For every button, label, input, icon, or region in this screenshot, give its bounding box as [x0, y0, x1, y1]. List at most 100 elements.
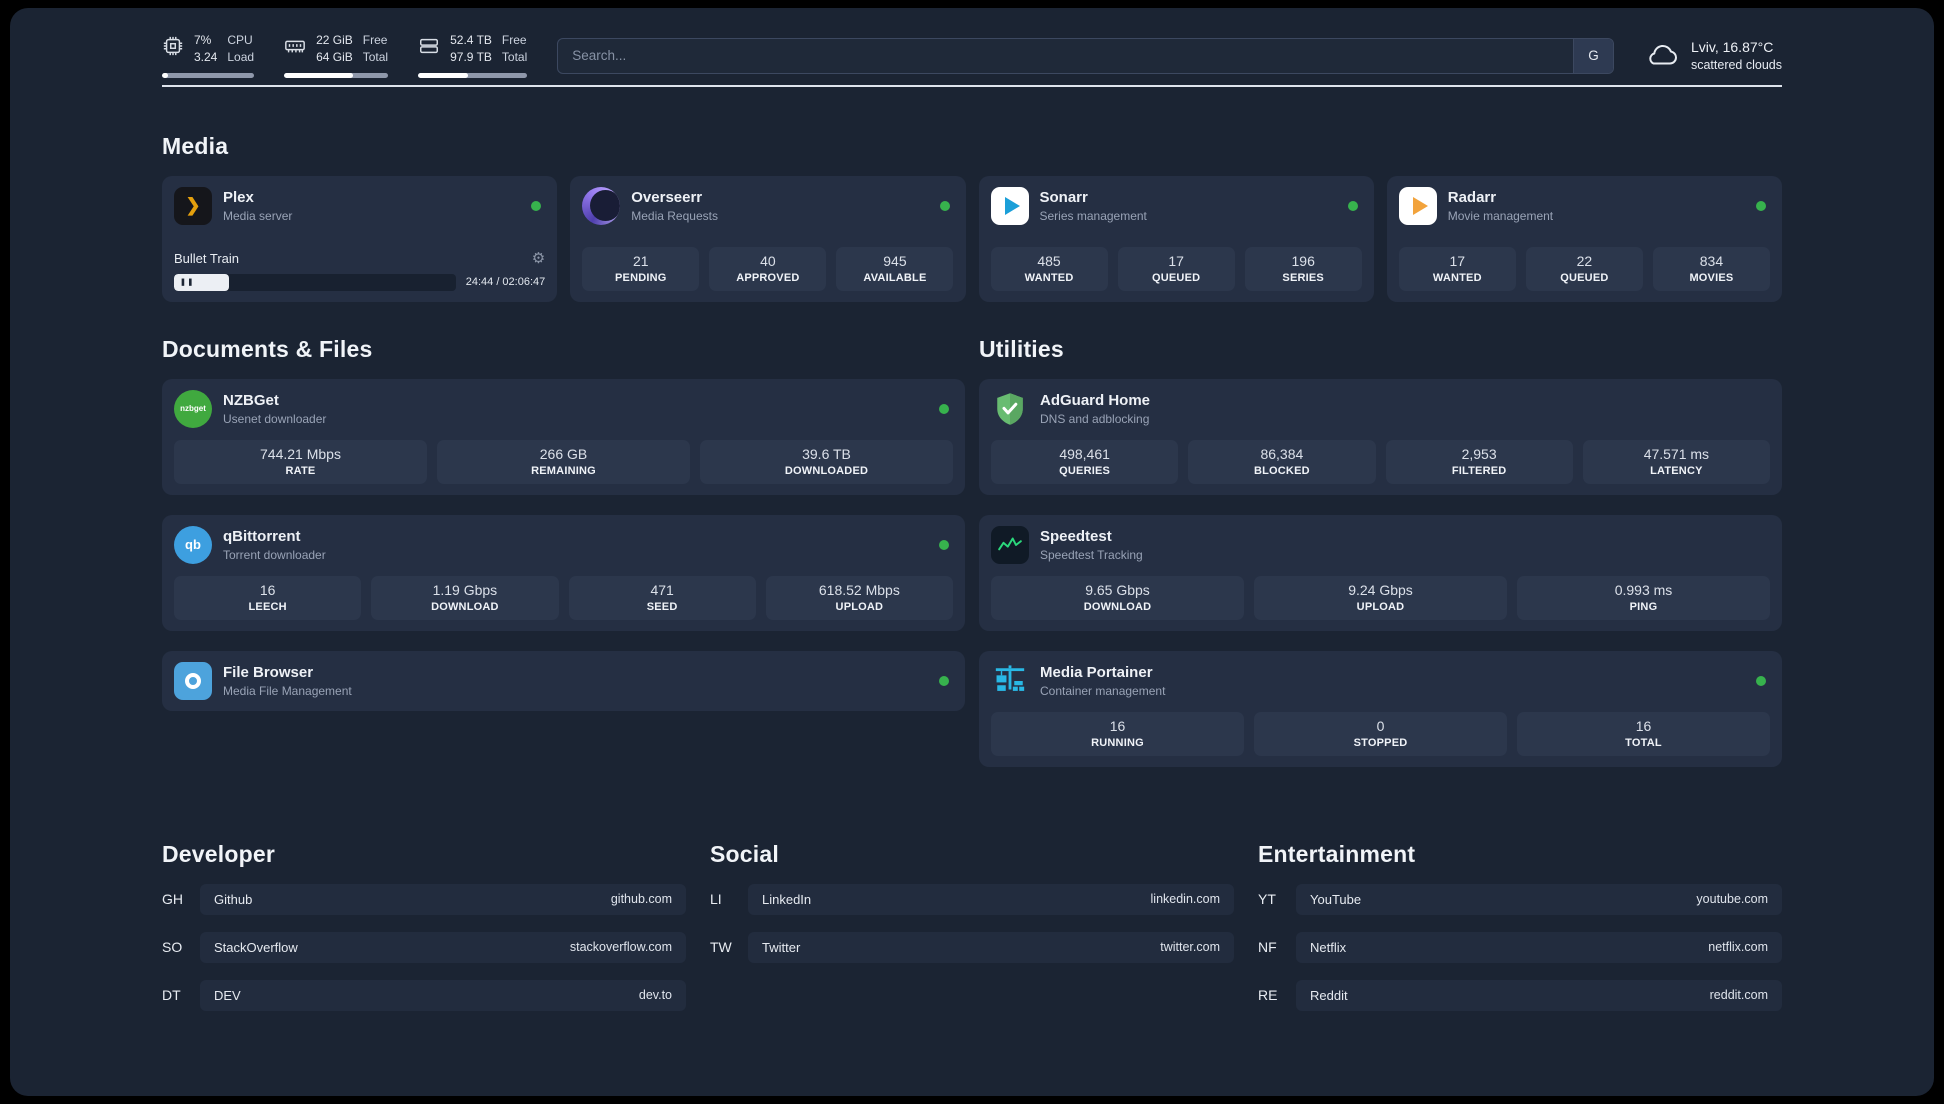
- stat-label: WANTED: [1432, 271, 1482, 284]
- adguard-meta: AdGuard Home DNS and adblocking: [1040, 392, 1150, 426]
- stat-label: REMAINING: [531, 464, 596, 477]
- ram-widget: 22 GiB 64 GiB Free Total: [284, 33, 389, 78]
- developer-column: Developer GH Github github.com SO StackO…: [162, 841, 686, 1028]
- stat-value: 196: [1291, 252, 1315, 269]
- playback-progress-bar[interactable]: ❚❚: [174, 273, 456, 291]
- settings-gear-icon[interactable]: ⚙: [532, 251, 545, 266]
- search-input[interactable]: [557, 37, 1614, 74]
- stat-value: 17: [1449, 252, 1466, 269]
- app-card-portainer[interactable]: Media Portainer Container management 16 …: [979, 650, 1782, 767]
- app-card-plex[interactable]: ❯ Plex Media server Bullet Train ⚙ ❚❚ 24…: [162, 175, 558, 302]
- nzbget-icon: nzbget: [174, 389, 212, 428]
- cpu-widget: 7% 3.24 CPU Load: [162, 33, 255, 78]
- bookmark-row-reddit[interactable]: RE Reddit reddit.com: [1258, 979, 1782, 1011]
- utilities-column: Utilities AdGuard Home DNS and adblockin…: [979, 336, 1782, 787]
- bookmark-url: netflix.com: [1708, 940, 1768, 955]
- adguard-shield-icon: [991, 390, 1029, 428]
- playback-time: 24:44 / 02:06:47: [465, 276, 546, 289]
- bookmark-bar: StackOverflow stackoverflow.com: [200, 931, 686, 963]
- stat-box: 39.6 TB DOWNLOADED: [700, 439, 953, 484]
- app-card-overseerr[interactable]: Overseerr Media Requests 21 PENDING 40 A…: [570, 175, 966, 302]
- stat-label: BLOCKED: [1253, 464, 1310, 477]
- stat-label: DOWNLOAD: [431, 600, 499, 613]
- stat-box: 16 LEECH: [174, 575, 362, 620]
- stat-box: 1.19 Gbps DOWNLOAD: [371, 575, 559, 620]
- bookmark-bar: LinkedIn linkedin.com: [748, 883, 1234, 915]
- bookmark-row-twitter[interactable]: TW Twitter twitter.com: [710, 931, 1234, 963]
- disk-total-label: Total: [501, 49, 528, 64]
- stat-box: 21 PENDING: [582, 246, 700, 291]
- radarr-header: Radarr Movie management: [1398, 186, 1770, 225]
- stat-value: 9.24 Gbps: [1348, 581, 1413, 598]
- sonarr-play-shape: [1004, 196, 1020, 215]
- overseerr-meta: Overseerr Media Requests: [631, 189, 718, 223]
- social-column: Social LI LinkedIn linkedin.com TW Twitt…: [710, 841, 1234, 980]
- portainer-crane-icon: [991, 662, 1029, 700]
- bookmark-name: YouTube: [1310, 891, 1362, 907]
- app-card-qbittorrent[interactable]: qb qBittorrent Torrent downloader 16 LEE…: [162, 514, 965, 631]
- sonarr-stats: 485 WANTED 17 QUEUED 196 SERIES: [990, 246, 1362, 291]
- cpu-label: CPU: [227, 33, 253, 47]
- pause-icon[interactable]: ❚❚: [180, 278, 195, 286]
- stat-value: 744.21 Mbps: [260, 445, 341, 462]
- disk-progress-bar: [418, 72, 528, 78]
- bookmark-row-netflix[interactable]: NF Netflix netflix.com: [1258, 931, 1782, 963]
- bookmark-name: DEV: [214, 987, 241, 1003]
- status-online-dot: [1347, 200, 1358, 211]
- middle-columns: Documents & Files nzbget NZBGet Usenet d…: [162, 336, 1782, 787]
- adguard-stats: 498,461 QUERIES 86,384 BLOCKED 2,953 FIL…: [991, 439, 1770, 484]
- app-card-radarr[interactable]: Radarr Movie management 17 WANTED 22 QUE…: [1386, 175, 1782, 302]
- stat-label: UPLOAD: [835, 600, 884, 613]
- bookmarks-section: Developer GH Github github.com SO StackO…: [162, 841, 1782, 1028]
- radarr-play-shape: [1412, 196, 1428, 215]
- speedtest-header: Speedtest Speedtest Tracking: [991, 525, 1770, 564]
- bookmark-row-linkedin[interactable]: LI LinkedIn linkedin.com: [710, 883, 1234, 915]
- bookmark-row-stackoverflow[interactable]: SO StackOverflow stackoverflow.com: [162, 931, 686, 963]
- playback-progress-fill: ❚❚: [174, 273, 229, 291]
- app-name: AdGuard Home: [1040, 391, 1151, 409]
- app-subtitle: Movie management: [1447, 208, 1554, 223]
- bookmark-bar: Netflix netflix.com: [1296, 931, 1782, 963]
- bookmark-row-github[interactable]: GH Github github.com: [162, 883, 686, 915]
- stat-box: 9.24 Gbps UPLOAD: [1254, 575, 1507, 620]
- playback-row: ❚❚ 24:44 / 02:06:47: [174, 273, 546, 291]
- app-name: Plex: [223, 188, 254, 206]
- app-card-speedtest[interactable]: Speedtest Speedtest Tracking 9.65 Gbps D…: [979, 514, 1782, 631]
- bookmark-bar: DEV dev.to: [200, 979, 686, 1011]
- bookmark-url: linkedin.com: [1150, 892, 1220, 907]
- stat-label: DOWNLOAD: [1083, 600, 1152, 613]
- app-card-filebrowser[interactable]: File Browser Media File Management: [162, 650, 965, 711]
- nzbget-stats: 744.21 Mbps RATE 266 GB REMAINING 39.6 T…: [174, 439, 953, 484]
- app-card-nzbget[interactable]: nzbget NZBGet Usenet downloader 744.21 M…: [162, 378, 965, 495]
- app-name: Radarr: [1447, 188, 1497, 206]
- search-engine-button[interactable]: G: [1572, 38, 1613, 73]
- speedtest-meta: Speedtest Speedtest Tracking: [1040, 528, 1143, 562]
- app-subtitle: Usenet downloader: [223, 411, 327, 426]
- status-online-dot: [939, 200, 950, 211]
- adguard-header: AdGuard Home DNS and adblocking: [991, 390, 1770, 428]
- bookmark-bar: YouTube youtube.com: [1296, 883, 1782, 915]
- bookmark-row-dev[interactable]: DT DEV dev.to: [162, 979, 686, 1011]
- stat-value: 22: [1576, 252, 1593, 269]
- bookmark-row-youtube[interactable]: YT YouTube youtube.com: [1258, 883, 1782, 915]
- bookmark-bar: Reddit reddit.com: [1296, 979, 1782, 1011]
- stat-label: QUEUED: [1151, 271, 1201, 284]
- app-subtitle: Series management: [1039, 208, 1147, 223]
- section-title-media: Media: [162, 132, 229, 159]
- app-card-adguard[interactable]: AdGuard Home DNS and adblocking 498,461 …: [979, 378, 1782, 495]
- stat-box: 16 RUNNING: [991, 711, 1244, 756]
- sonarr-meta: Sonarr Series management: [1040, 189, 1147, 223]
- stat-label: RUNNING: [1091, 736, 1144, 749]
- section-title-documents: Documents & Files: [162, 335, 373, 362]
- sonarr-icon: [990, 186, 1029, 225]
- media-card-row: ❯ Plex Media server Bullet Train ⚙ ❚❚ 24…: [162, 175, 1782, 302]
- app-subtitle: DNS and adblocking: [1040, 411, 1150, 426]
- bookmark-abbr: DT: [162, 987, 181, 1004]
- stat-box: 618.52 Mbps UPLOAD: [765, 575, 953, 620]
- app-card-sonarr[interactable]: Sonarr Series management 485 WANTED 17 Q…: [978, 175, 1374, 302]
- cpu-progress-bar: [162, 72, 255, 78]
- stat-value: 1.19 Gbps: [432, 581, 498, 598]
- ram-total-label: Total: [362, 49, 389, 64]
- ram-progress-bar: [284, 72, 389, 78]
- bookmark-url: youtube.com: [1696, 892, 1768, 907]
